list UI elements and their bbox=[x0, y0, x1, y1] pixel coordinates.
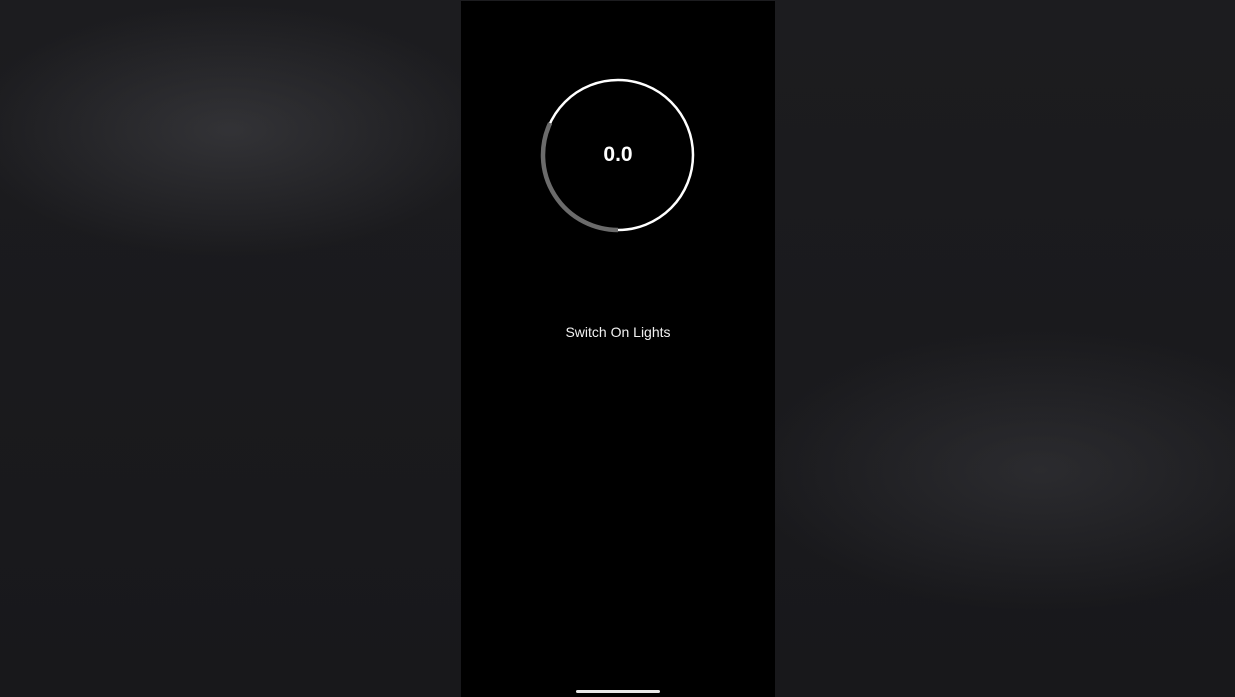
switch-on-lights-button[interactable]: Switch On Lights bbox=[541, 319, 695, 345]
speed-gauge: 0.0 bbox=[539, 76, 697, 234]
gauge-value: 0.0 bbox=[603, 143, 633, 166]
phone-screen: 0.0 Switch On Lights bbox=[461, 1, 775, 697]
home-indicator[interactable] bbox=[576, 690, 660, 693]
desktop-background: 0.0 Switch On Lights bbox=[0, 0, 1235, 697]
